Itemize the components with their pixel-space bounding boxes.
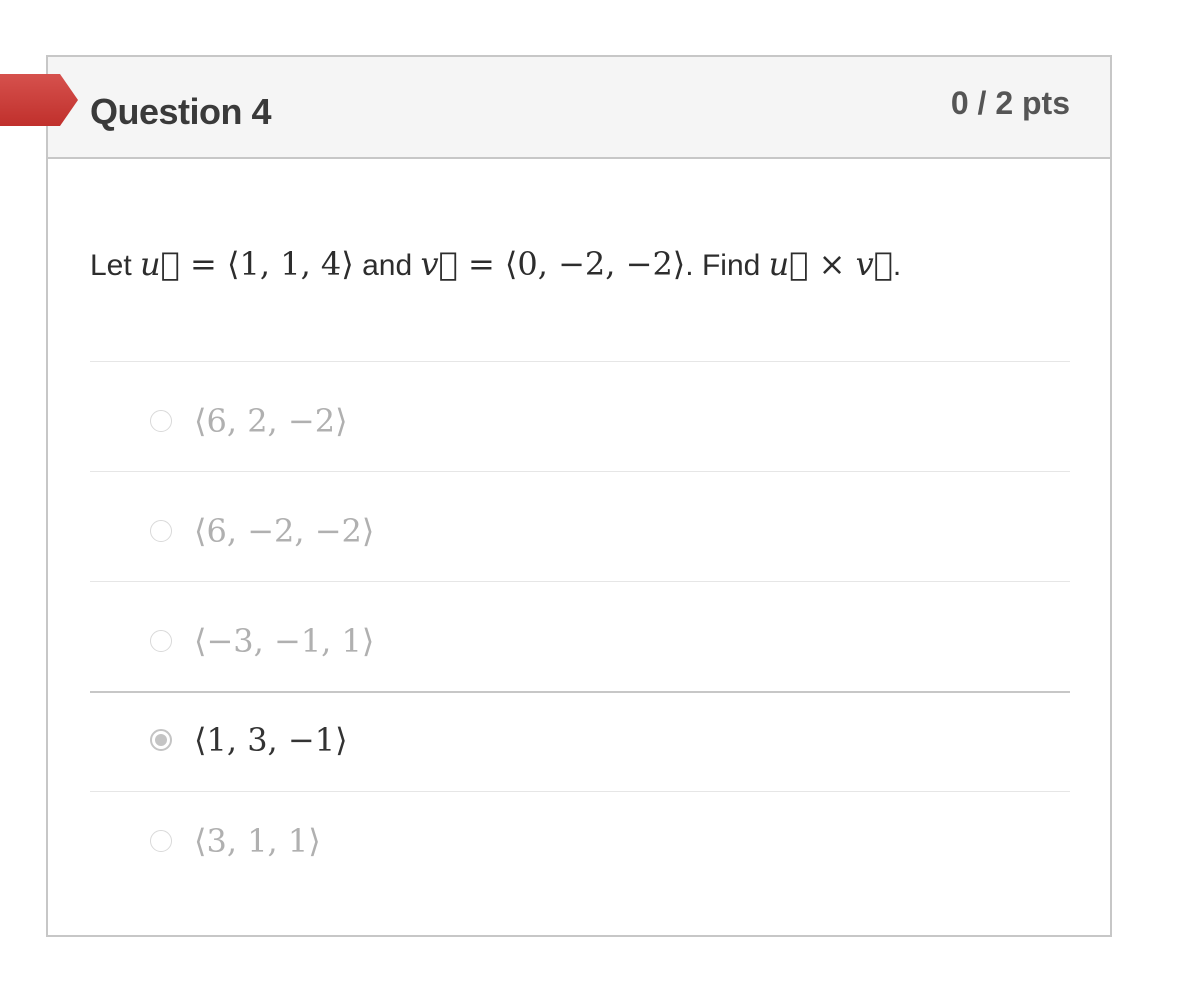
answer-option[interactable]: ⟨6, 2, −2⟩	[90, 361, 1070, 471]
answer-label: ⟨−3, −1, 1⟩	[194, 622, 375, 660]
radio-button[interactable]	[150, 520, 172, 542]
answer-option[interactable]: ⟨−3, −1, 1⟩	[90, 581, 1070, 691]
equals-sign: =	[457, 245, 505, 283]
equals-sign: =	[179, 245, 228, 283]
radio-button-selected[interactable]	[150, 729, 172, 751]
answer-option[interactable]: ⟨3, 1, 1⟩	[90, 791, 1070, 891]
prompt-end: .	[892, 249, 902, 282]
radio-button[interactable]	[150, 410, 172, 432]
prompt-lead: Let	[90, 249, 141, 282]
question-card: Question 4 0 / 2 pts Let u⃗ = ⟨1, 1, 4⟩ …	[46, 55, 1112, 937]
answer-list: ⟨6, 2, −2⟩ ⟨6, −2, −2⟩ ⟨−3, −1, 1⟩ ⟨1, 3…	[90, 361, 1070, 891]
radio-button[interactable]	[150, 630, 172, 652]
vector-u-symbol: u⃗	[140, 245, 180, 283]
vector-v-symbol: v⃗	[855, 245, 893, 283]
question-points: 0 / 2 pts	[950, 85, 1070, 121]
answer-label: ⟨6, −2, −2⟩	[194, 512, 375, 550]
question-prompt: Let u⃗ = ⟨1, 1, 4⟩ and v⃗ = ⟨0, −2, −2⟩.…	[90, 245, 901, 283]
answer-option[interactable]: ⟨6, −2, −2⟩	[90, 471, 1070, 581]
answer-label: ⟨6, 2, −2⟩	[194, 402, 348, 440]
vector-u-value: ⟨1, 1, 4⟩	[227, 245, 354, 283]
answer-label: ⟨1, 3, −1⟩	[194, 721, 348, 759]
question-title: Question 4	[90, 91, 272, 132]
vector-u-symbol: u⃗	[768, 245, 809, 283]
radio-button[interactable]	[150, 830, 172, 852]
question-header: Question 4 0 / 2 pts	[48, 57, 1110, 159]
cross-product-sign: ×	[808, 245, 856, 283]
answer-option-selected[interactable]: ⟨1, 3, −1⟩	[90, 691, 1070, 791]
answer-label: ⟨3, 1, 1⟩	[194, 822, 321, 860]
vector-v-symbol: v⃗	[420, 245, 458, 283]
vector-v-value: ⟨0, −2, −2⟩	[504, 245, 686, 283]
prompt-and: and	[353, 249, 421, 282]
prompt-find: . Find	[685, 249, 769, 282]
